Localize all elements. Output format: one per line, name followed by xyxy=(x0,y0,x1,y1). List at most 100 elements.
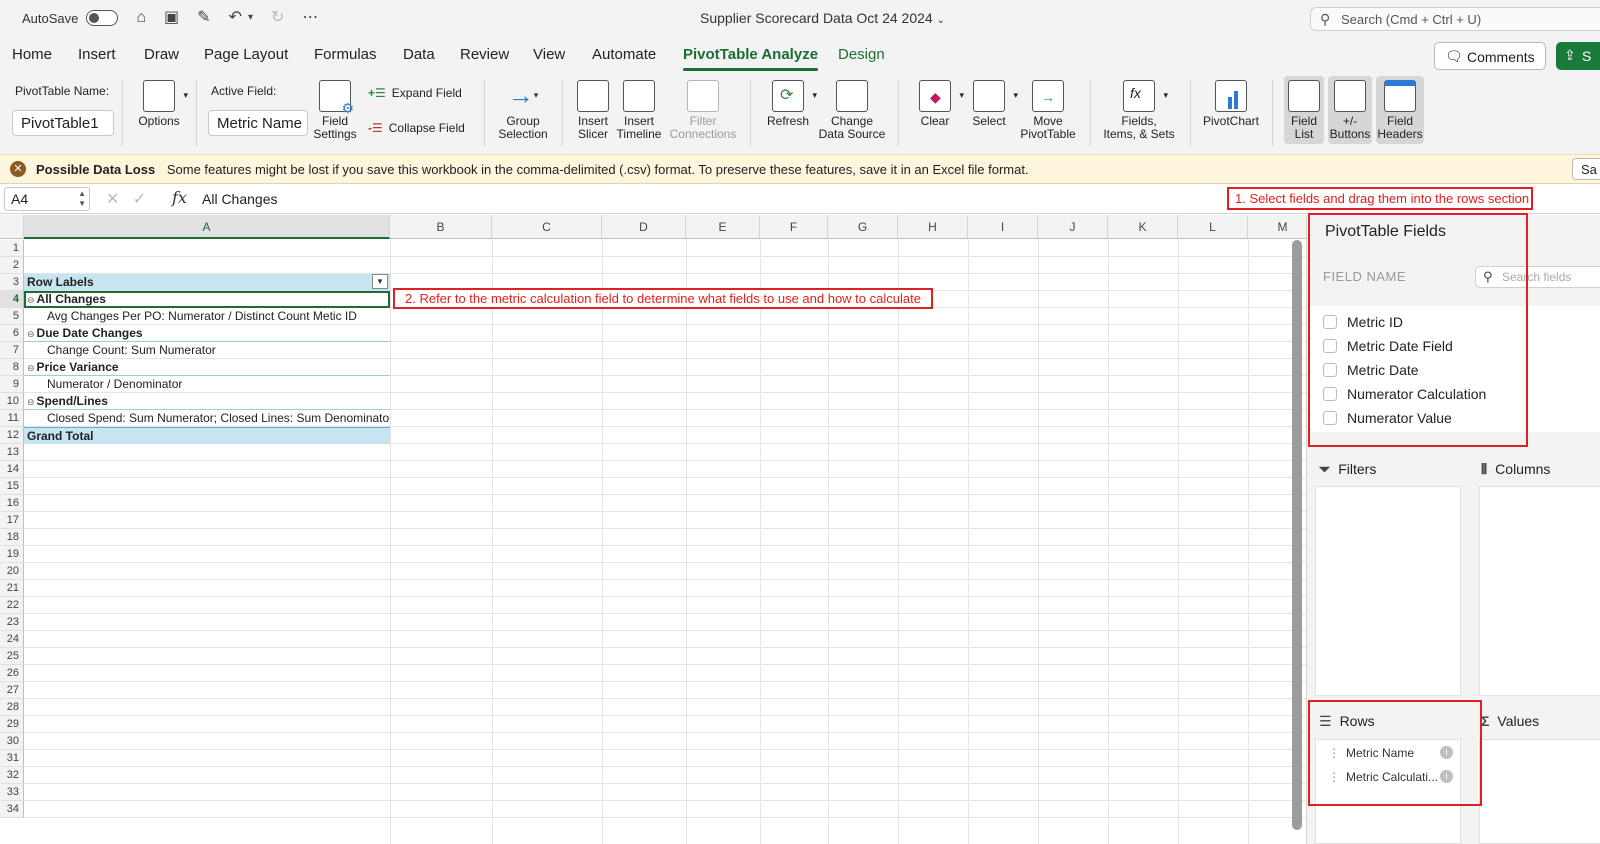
collapse-icon[interactable]: ⊖ xyxy=(27,397,35,407)
column-header-e[interactable]: E xyxy=(686,215,760,239)
search-box[interactable]: ⚲ Search (Cmd + Ctrl + U) xyxy=(1310,7,1600,31)
collapse-icon[interactable]: ⊖ xyxy=(27,363,35,373)
column-header-a[interactable]: A xyxy=(24,215,390,239)
name-box[interactable]: A4 ▲ ▼ xyxy=(4,187,90,211)
cell-a7[interactable]: Change Count: Sum Numerator xyxy=(24,342,390,359)
cell-a3-row-labels[interactable]: Row Labels xyxy=(24,274,390,291)
cell-a11[interactable]: Closed Spend: Sum Numerator; Closed Line… xyxy=(24,410,390,427)
tab-pivottable-analyze[interactable]: PivotTable Analyze xyxy=(683,46,819,71)
field-search-input[interactable]: ⚲ Search fields xyxy=(1475,266,1600,288)
column-header-f[interactable]: F xyxy=(760,215,828,239)
row-header[interactable]: 7 xyxy=(0,342,24,359)
row-header[interactable]: 26 xyxy=(0,665,24,682)
row-header[interactable]: 32 xyxy=(0,767,24,784)
pivotchart-button[interactable]: PivotChart xyxy=(1200,80,1262,128)
tab-draw[interactable]: Draw xyxy=(144,46,179,63)
cell-a6-due-date-changes[interactable]: ⊖ Due Date Changes xyxy=(24,325,390,342)
row-header[interactable]: 15 xyxy=(0,478,24,495)
tab-formulas[interactable]: Formulas xyxy=(314,46,377,63)
tab-data[interactable]: Data xyxy=(403,46,435,63)
column-header-l[interactable]: L xyxy=(1178,215,1248,239)
change-data-source-button[interactable]: Change Data Source xyxy=(818,80,886,141)
cell-a12-grand-total[interactable]: Grand Total xyxy=(24,427,390,444)
column-header-i[interactable]: I xyxy=(968,215,1038,239)
cell-a8-price-variance[interactable]: ⊖ Price Variance xyxy=(24,359,390,376)
vertical-scrollbar[interactable] xyxy=(1292,240,1302,830)
row-header[interactable]: 22 xyxy=(0,597,24,614)
field-metric-date-field[interactable]: Metric Date Field xyxy=(1323,338,1453,354)
drag-handle-icon[interactable]: ⋮ xyxy=(1328,770,1340,784)
home-icon[interactable]: ⌂ xyxy=(136,10,146,26)
row-header[interactable]: 28 xyxy=(0,699,24,716)
row-header[interactable]: 14 xyxy=(0,461,24,478)
columns-drop-zone[interactable] xyxy=(1479,486,1600,696)
tab-page-layout[interactable]: Page Layout xyxy=(204,46,288,63)
field-numerator-calculation[interactable]: Numerator Calculation xyxy=(1323,386,1486,402)
group-selection-button[interactable]: →▾ Group Selection xyxy=(494,80,552,141)
field-metric-id[interactable]: Metric ID xyxy=(1323,314,1403,330)
save-as-button[interactable]: Sa xyxy=(1572,158,1600,180)
insert-timeline-button[interactable]: Insert Timeline xyxy=(616,80,662,141)
row-header[interactable]: 6 xyxy=(0,325,24,342)
row-header[interactable]: 9 xyxy=(0,376,24,393)
active-field-input[interactable]: Metric Name xyxy=(208,110,308,136)
formula-input[interactable]: All Changes xyxy=(202,191,278,207)
expand-field-button[interactable]: +☰ Expand Field xyxy=(368,86,462,100)
tab-design[interactable]: Design xyxy=(838,46,885,63)
row-header[interactable]: 11 xyxy=(0,410,24,427)
cell-a4-all-changes[interactable]: ⊖ All Changes xyxy=(24,291,390,308)
row-header[interactable]: 27 xyxy=(0,682,24,699)
spreadsheet-grid[interactable]: A B C D E F G H I J K L M 1 2 3 4 5 6 7 8 9 10 11 1… xyxy=(0,215,1306,844)
tab-insert[interactable]: Insert xyxy=(78,46,116,63)
tab-view[interactable]: View xyxy=(533,46,565,63)
select-button[interactable]: ▾ Select xyxy=(966,80,1018,128)
rows-item-metric-name[interactable]: ⋮ Metric Name i xyxy=(1328,746,1453,760)
filter-dropdown-icon[interactable]: ▼ xyxy=(372,274,388,289)
column-header-b[interactable]: B xyxy=(390,215,492,239)
row-header[interactable]: 1 xyxy=(0,240,24,257)
row-header[interactable]: 23 xyxy=(0,614,24,631)
share-button[interactable]: ⇪ S xyxy=(1556,42,1600,70)
insert-slicer-button[interactable]: Insert Slicer xyxy=(572,80,614,141)
column-header-g[interactable]: G xyxy=(828,215,898,239)
field-checkbox[interactable] xyxy=(1323,339,1337,353)
select-all-corner[interactable] xyxy=(0,215,24,239)
row-header[interactable]: 4 xyxy=(0,291,24,308)
collapse-field-button[interactable]: -☰ Collapse Field xyxy=(368,121,465,135)
rows-item-metric-calculation[interactable]: ⋮ Metric Calculati... i xyxy=(1328,770,1453,784)
row-header[interactable]: 21 xyxy=(0,580,24,597)
comments-button[interactable]: 🗨 Comments xyxy=(1434,42,1546,70)
collapse-icon[interactable]: ⊖ xyxy=(27,295,35,305)
pivottable-name-input[interactable]: PivotTable1 xyxy=(12,110,114,136)
move-pivottable-button[interactable]: → Move PivotTable xyxy=(1018,80,1078,141)
row-header[interactable]: 29 xyxy=(0,716,24,733)
redo-icon[interactable]: ↻ xyxy=(271,10,284,26)
close-icon[interactable]: ✕ xyxy=(10,161,26,177)
row-header[interactable]: 33 xyxy=(0,784,24,801)
row-header[interactable]: 34 xyxy=(0,801,24,818)
field-checkbox[interactable] xyxy=(1323,363,1337,377)
save-icon[interactable]: ▣ xyxy=(164,10,179,26)
column-header-h[interactable]: H xyxy=(898,215,968,239)
column-header-m[interactable]: M xyxy=(1248,215,1306,239)
field-numerator-value[interactable]: Numerator Value xyxy=(1323,410,1452,426)
row-header[interactable]: 30 xyxy=(0,733,24,750)
options-button[interactable]: ▾ Options xyxy=(134,80,188,128)
row-header[interactable]: 24 xyxy=(0,631,24,648)
refresh-button[interactable]: ⟳ ▾ Refresh xyxy=(762,80,817,128)
row-header[interactable]: 16 xyxy=(0,495,24,512)
values-drop-zone[interactable] xyxy=(1479,739,1600,844)
column-header-d[interactable]: D xyxy=(602,215,686,239)
cell-a9[interactable]: Numerator / Denominator xyxy=(24,376,390,393)
column-header-j[interactable]: J xyxy=(1038,215,1108,239)
clear-button[interactable]: ◆ ▾ Clear xyxy=(912,80,964,128)
row-header[interactable]: 13 xyxy=(0,444,24,461)
field-checkbox[interactable] xyxy=(1323,315,1337,329)
field-checkbox[interactable] xyxy=(1323,411,1337,425)
rows-drop-zone[interactable]: ⋮ Metric Name i ⋮ Metric Calculati... i xyxy=(1315,739,1461,844)
field-checkbox[interactable] xyxy=(1323,387,1337,401)
row-header[interactable]: 19 xyxy=(0,546,24,563)
function-icon[interactable]: fx xyxy=(172,188,187,207)
plus-minus-buttons-button[interactable]: +/- Buttons xyxy=(1328,76,1372,144)
info-icon[interactable]: i xyxy=(1440,746,1453,759)
